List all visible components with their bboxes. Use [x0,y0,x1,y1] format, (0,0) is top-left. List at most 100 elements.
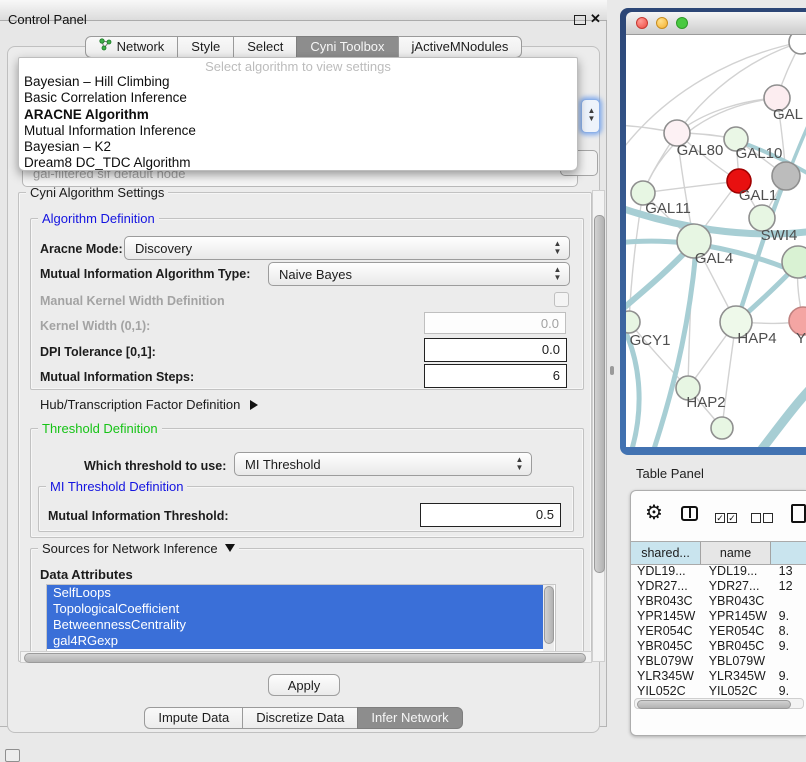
mi-steps-field[interactable]: 6 [424,364,567,388]
tab-network[interactable]: Network [85,36,179,58]
unchecked-pair-icon[interactable] [751,509,775,527]
algorithm-option[interactable]: Dream8 DC_TDC Algorithm [19,155,577,171]
svg-text:SWI4: SWI4 [761,227,798,244]
tab-cyni-toolbox[interactable]: Cyni Toolbox [296,36,398,58]
table-cell: 13 [771,564,806,579]
tab-select[interactable]: Select [233,36,297,58]
svg-text:HAP2: HAP2 [686,394,725,411]
zoom-traffic-icon[interactable] [676,17,688,29]
algorithm-definition-title: Algorithm Definition [38,211,159,226]
sources-title[interactable]: Sources for Network Inference [38,541,239,556]
list-scrollbar[interactable] [543,585,554,651]
table-cell: YDR27... [631,579,701,594]
split-pane-handle[interactable] [610,366,614,375]
table-row[interactable]: YIL052CYIL052C9. [631,684,806,698]
table-cell: YIL052C [701,684,771,698]
algorithm-dropdown-popup: Select algorithm to view settings Bayesi… [18,57,578,171]
hub-definition-label: Hub/Transcription Factor Definition [40,397,240,412]
algorithm-option-list: Bayesian – Hill ClimbingBasic Correlatio… [19,74,577,172]
mi-type-value: Naive Bayes [279,267,352,282]
table-row[interactable]: YBR043CYBR043C [631,594,806,609]
settings-vertical-scrollbar[interactable] [592,190,605,662]
which-threshold-combo[interactable]: MI Threshold ▲▼ [234,452,532,476]
manual-kernel-checkbox[interactable] [554,292,569,307]
table-column-header[interactable]: name [701,542,771,564]
tab-jactivemnodules[interactable]: jActiveMNodules [398,36,523,58]
table-cell: YLR345W [631,669,701,684]
table-row[interactable]: YDR27...YDR27...12 [631,579,806,594]
tab-discretize-data[interactable]: Discretize Data [242,707,358,729]
table-row[interactable]: YPR145WYPR145W9. [631,609,806,624]
table-cell: YER054C [631,624,701,639]
table-row[interactable]: YBL079WYBL079W [631,654,806,669]
svg-text:GAL1: GAL1 [739,187,777,204]
table-panel-title: Table Panel [636,466,704,481]
panel-dock-icon[interactable] [5,749,20,762]
settings-group-title: Cyni Algorithm Settings [26,185,168,200]
focused-combo-stepper-fragment[interactable]: ▲▼ [581,99,600,133]
settings-horizontal-scrollbar[interactable] [20,651,592,663]
data-attribute-item[interactable]: BetweennessCentrality [47,617,543,633]
aracne-mode-value: Discovery [135,241,192,256]
aracne-mode-label: Aracne Mode: [40,242,123,256]
control-panel-title: Control Panel [8,12,87,27]
algorithm-option[interactable]: ARACNE Algorithm [19,107,577,123]
algorithm-option[interactable]: Basic Correlation Inference [19,90,577,106]
expand-right-icon[interactable] [250,400,258,410]
mi-type-combo[interactable]: Naive Bayes ▲▼ [268,262,570,286]
table-cell: 12 [771,579,806,594]
table-row[interactable]: YDL19...YDL19...13 [631,564,806,579]
svg-text:GAL: GAL [773,106,803,123]
table-row[interactable]: YER054CYER054C8. [631,624,806,639]
svg-text:GAL80: GAL80 [677,142,724,159]
algorithm-option[interactable]: Bayesian – K2 [19,139,577,155]
checked-pair-icon[interactable]: ✓✓ [715,509,739,527]
network-window-titlebar[interactable] [626,12,806,35]
network-canvas-svg[interactable]: GALGAL80GAL10GAL1GAL11SWI4GAL4GCY1HAP4YH… [626,35,806,447]
aracne-mode-combo[interactable]: Discovery ▲▼ [124,236,570,260]
network-canvas[interactable]: GALGAL80GAL10GAL1GAL11SWI4GAL4GCY1HAP4YH… [626,35,806,447]
table-cell: YER054C [701,624,771,639]
dpi-tolerance-field[interactable]: 0.0 [424,338,567,362]
table-body[interactable]: YDL19...YDL19...13YDR27...YDR27...12YBR0… [631,564,806,698]
data-attribute-item[interactable]: gal4RGexp [47,633,543,649]
sources-title-text: Sources for Network Inference [42,541,218,556]
algorithm-option[interactable]: Mutual Information Inference [19,123,577,139]
table-hscroll-thumb[interactable] [637,700,791,709]
window-float-icon[interactable] [574,15,586,25]
table-cell: YBL079W [631,654,701,669]
settings-hscroll-thumb[interactable] [24,653,586,663]
algorithm-option[interactable]: Bayesian – Hill Climbing [19,74,577,90]
kernel-width-field[interactable]: 0.0 [424,312,566,334]
table-cell: 8. [771,624,806,639]
close-icon[interactable]: ✕ [590,11,601,27]
collapse-down-icon[interactable] [225,544,235,552]
table-column-header[interactable] [771,542,806,564]
tab-style[interactable]: Style [177,36,234,58]
hub-definition-section[interactable]: Hub/Transcription Factor Definition [40,397,258,412]
gear-icon[interactable]: ⚙ [645,503,663,523]
tab-label: Style [191,37,220,57]
table-column-header[interactable]: shared... [631,542,701,564]
minimize-traffic-icon[interactable] [656,17,668,29]
control-panel-titlebar[interactable] [0,0,607,21]
table-cell: YBR045C [631,639,701,654]
mi-threshold-label: Mutual Information Threshold: [48,509,229,523]
data-attribute-item[interactable]: SelfLoops [47,585,543,601]
tab-infer-network[interactable]: Infer Network [357,707,462,729]
svg-text:GCY1: GCY1 [630,332,671,349]
tab-impute-data[interactable]: Impute Data [144,707,243,729]
columns-icon[interactable] [681,506,698,521]
data-attributes-list[interactable]: SelfLoopsTopologicalCoefficientBetweenne… [46,584,556,652]
settings-vscroll-thumb[interactable] [594,215,605,573]
close-traffic-icon[interactable] [636,17,648,29]
data-attribute-item[interactable]: TopologicalCoefficient [47,601,543,617]
apply-button[interactable]: Apply [268,674,340,696]
mi-threshold-field[interactable]: 0.5 [420,503,561,527]
document-icon[interactable] [791,504,806,523]
table-row[interactable]: YBR045CYBR045C9. [631,639,806,654]
table-cell: 9. [771,669,806,684]
table-row[interactable]: YLR345WYLR345W9. [631,669,806,684]
list-scrollbar-thumb[interactable] [544,586,554,644]
table-horizontal-scrollbar[interactable] [634,698,804,709]
